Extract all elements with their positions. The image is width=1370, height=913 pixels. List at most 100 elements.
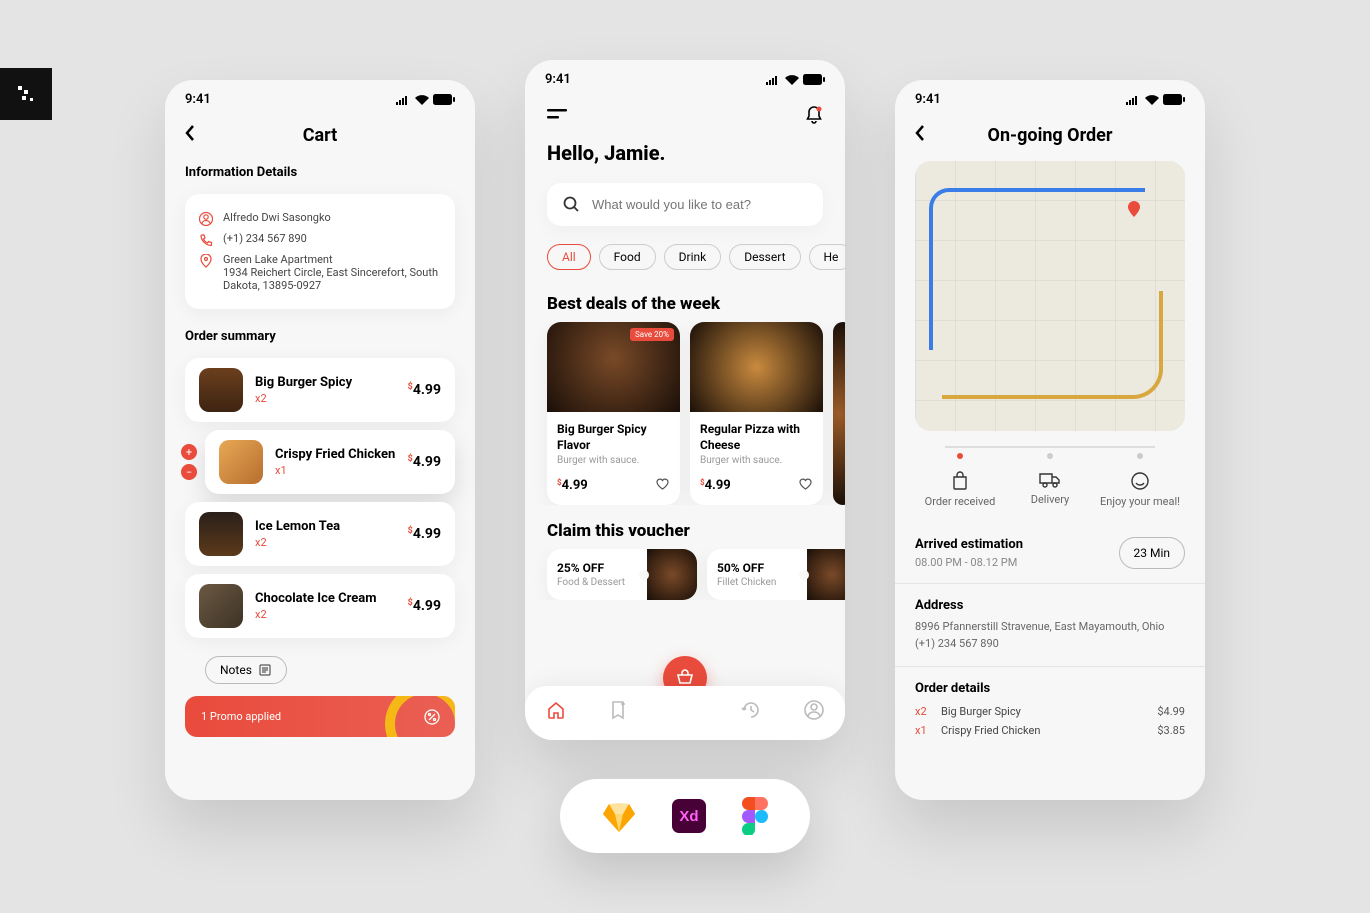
qty-minus-icon[interactable]: − — [181, 464, 197, 480]
item-qty: x2 — [255, 392, 396, 405]
status-time: 9:41 — [545, 72, 571, 87]
status-bar: 9:41 — [895, 80, 1205, 107]
greeting: Hello, Jamie. — [525, 133, 845, 173]
order-detail-row: x1 Crispy Fried Chicken $3.85 — [915, 721, 1185, 740]
food-thumb — [199, 584, 243, 628]
notes-button[interactable]: Notes — [205, 656, 287, 684]
status-time: 9:41 — [185, 92, 211, 107]
qty-plus-icon[interactable]: + — [181, 444, 197, 460]
screen-cart: 9:41 Cart Information Details Alfredo Dw… — [165, 80, 475, 800]
order-item[interactable]: Big Burger Spicy x2 $4.99 — [185, 358, 455, 422]
chip-dessert[interactable]: Dessert — [729, 244, 800, 270]
page-title: Cart — [165, 125, 475, 146]
item-price: $4.99 — [408, 454, 441, 470]
info-details-title: Information Details — [165, 153, 475, 186]
order-details-label: Order details — [915, 681, 1185, 696]
deal-image — [833, 322, 845, 505]
item-name: Crispy Fried Chicken — [275, 447, 396, 462]
screen-home: 9:41 Hello, Jamie. All Food Drink Desser… — [525, 60, 845, 740]
eta-badge: 23 Min — [1119, 537, 1186, 569]
order-detail-row: x2 Big Burger Spicy $4.99 — [915, 702, 1185, 721]
status-bar: 9:41 — [165, 80, 475, 107]
deal-image — [690, 322, 823, 412]
voucher-card[interactable]: 50% OFF Fillet Chicken — [707, 549, 845, 600]
order-item[interactable]: Ice Lemon Tea x2 $4.99 — [185, 502, 455, 566]
order-steps: Order received Delivery Enjoy your meal! — [895, 439, 1205, 523]
voucher-title-text: 50% OFF — [717, 561, 797, 575]
search-input[interactable] — [592, 197, 807, 212]
screen-order: 9:41 On-going Order Order received — [895, 80, 1205, 800]
bag-icon — [950, 471, 970, 491]
sketch-icon — [602, 800, 636, 832]
item-qty: x2 — [255, 608, 396, 621]
save-badge: Save 20% — [630, 328, 674, 341]
status-icons — [395, 94, 455, 105]
voucher-sub: Fillet Chicken — [717, 577, 797, 588]
brand-logo — [0, 68, 52, 120]
info-card: Alfredo Dwi Sasongko (+1) 234 567 890 Gr… — [185, 194, 455, 309]
chip-food[interactable]: Food — [599, 244, 656, 270]
chip-all[interactable]: All — [547, 244, 591, 270]
info-phone: (+1) 234 567 890 — [223, 232, 307, 245]
food-thumb — [199, 368, 243, 412]
order-summary-title: Order summary — [165, 317, 475, 350]
nav-profile-icon[interactable] — [804, 700, 824, 724]
notification-icon[interactable] — [805, 105, 823, 129]
deal-card[interactable]: Save 20% Big Burger Spicy Flavor Burger … — [547, 322, 680, 505]
voucher-image — [647, 549, 697, 600]
page-title: On-going Order — [895, 125, 1205, 146]
voucher-card[interactable]: 25% OFF Food & Dessert — [547, 549, 697, 600]
truck-icon — [1039, 471, 1061, 489]
bottom-nav — [525, 686, 845, 740]
map-pin-icon — [1128, 201, 1140, 217]
deal-price: $4.99 — [700, 478, 731, 493]
back-icon[interactable] — [185, 125, 195, 145]
nav-history-icon[interactable] — [741, 700, 761, 724]
eta-label: Arrived estimation — [915, 537, 1023, 552]
status-bar: 9:41 — [525, 60, 845, 87]
back-icon[interactable] — [915, 125, 925, 145]
deals-title: Best deals of the week — [525, 278, 845, 322]
promo-text: 1 Promo applied — [201, 710, 281, 723]
smile-icon — [1130, 471, 1150, 491]
figma-icon — [742, 797, 768, 835]
nav-bookmark-icon[interactable] — [609, 700, 627, 724]
deal-desc: Burger with sauce. — [557, 455, 670, 466]
order-item[interactable]: + − Crispy Fried Chicken x1 $4.99 — [205, 430, 455, 494]
order-item[interactable]: Chocolate Ice Cream x2 $4.99 — [185, 574, 455, 638]
voucher-sub: Food & Dessert — [557, 577, 637, 588]
deal-card[interactable] — [833, 322, 845, 505]
deal-image: Save 20% — [547, 322, 680, 412]
tracking-map[interactable] — [915, 161, 1185, 431]
info-name: Alfredo Dwi Sasongko — [223, 211, 331, 224]
info-address: Green Lake Apartment 1934 Reichert Circl… — [223, 253, 441, 292]
status-icons — [1125, 94, 1185, 105]
svg-text:Xd: Xd — [679, 808, 698, 825]
voucher-title-text: 25% OFF — [557, 561, 637, 575]
menu-icon[interactable] — [547, 108, 567, 127]
promo-bar[interactable]: 1 Promo applied — [185, 696, 455, 737]
item-name: Big Burger Spicy — [255, 375, 396, 390]
deal-price: $4.99 — [557, 478, 588, 493]
chip-more[interactable]: He — [809, 244, 846, 270]
tool-pill: Xd — [560, 779, 810, 853]
nav-home-icon[interactable] — [546, 700, 566, 724]
deal-name: Regular Pizza with Cheese — [700, 422, 813, 453]
deal-card[interactable]: Regular Pizza with Cheese Burger with sa… — [690, 322, 823, 505]
deal-name: Big Burger Spicy Flavor — [557, 422, 670, 453]
item-name: Chocolate Ice Cream — [255, 591, 396, 606]
item-price: $4.99 — [408, 526, 441, 542]
status-time: 9:41 — [915, 92, 941, 107]
item-qty: x2 — [255, 536, 396, 549]
eta-time: 08.00 PM - 08.12 PM — [915, 556, 1023, 569]
item-price: $4.99 — [408, 598, 441, 614]
voucher-title: Claim this voucher — [525, 505, 845, 549]
deal-desc: Burger with sauce. — [700, 455, 813, 466]
food-thumb — [219, 440, 263, 484]
chip-drink[interactable]: Drink — [664, 244, 722, 270]
xd-icon: Xd — [672, 799, 706, 833]
heart-icon[interactable] — [655, 476, 670, 495]
search-box[interactable] — [547, 183, 823, 226]
heart-icon[interactable] — [798, 476, 813, 495]
food-thumb — [199, 512, 243, 556]
